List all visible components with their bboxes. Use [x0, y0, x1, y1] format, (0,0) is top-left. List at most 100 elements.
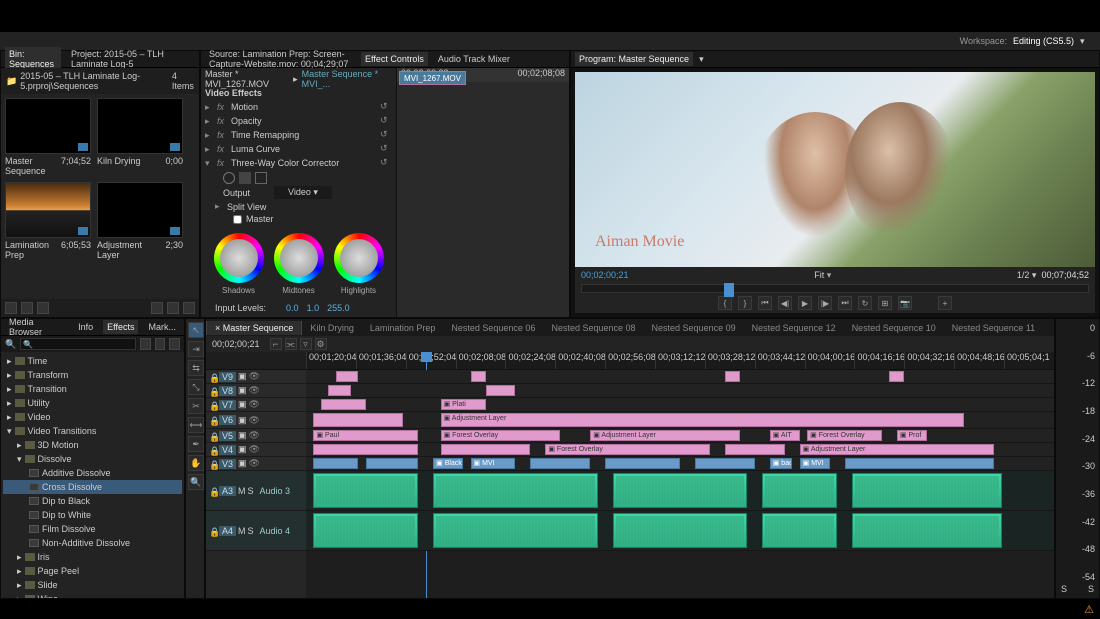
new-bin-icon[interactable]	[151, 302, 163, 314]
lock-icon[interactable]: 🔒	[209, 460, 217, 468]
timeline-clip[interactable]: ▣ Forest Overlay	[807, 430, 882, 441]
bin-item[interactable]: Kiln Drying0;00	[97, 98, 183, 176]
tree-item[interactable]: Cross Dissolve	[3, 480, 182, 494]
twirl-icon[interactable]: ▸	[17, 552, 22, 563]
effects-search-input[interactable]	[20, 338, 136, 350]
audio-clip[interactable]	[852, 513, 1002, 548]
tree-item[interactable]: Film Dissolve	[3, 522, 182, 536]
timeline-clip[interactable]: ▣ Prof	[897, 430, 927, 441]
timeline-clip[interactable]: ▣ MVI	[800, 458, 830, 469]
eye-icon[interactable]: 👁	[249, 430, 259, 441]
video-track[interactable]: ▣ Paul▣ Forest Overlay▣ Adjustment Layer…	[306, 429, 1054, 443]
video-track-header[interactable]: 🔒 V7 ▣ 👁	[206, 398, 306, 412]
freeform-view-icon[interactable]	[37, 302, 49, 314]
zoom-fit-dropdown[interactable]: Fit	[814, 270, 824, 280]
tree-item[interactable]: ▸ Utility	[3, 396, 182, 410]
reset-icon[interactable]: ↺	[380, 101, 392, 113]
tree-item[interactable]: ▸ 3D Motion	[3, 438, 182, 452]
timeline-clip[interactable]	[605, 458, 680, 469]
track-name[interactable]: A3	[219, 486, 236, 496]
ripple-edit-tool[interactable]: ⇆	[188, 360, 204, 376]
trash-icon[interactable]	[183, 302, 195, 314]
audio-clip[interactable]	[613, 473, 748, 508]
tonal-range-icon[interactable]	[223, 172, 235, 184]
track-name[interactable]: V8	[219, 386, 236, 396]
sequence-tab[interactable]: Nested Sequence 06	[443, 321, 543, 335]
loop-button[interactable]: ↻	[858, 296, 872, 310]
selection-tool[interactable]: ↖	[188, 322, 204, 338]
eye-icon[interactable]: 👁	[249, 385, 259, 396]
audio-clip[interactable]	[433, 513, 598, 548]
twirl-icon[interactable]: ▸	[7, 412, 12, 423]
twirl-icon[interactable]: ▸	[215, 201, 223, 212]
bin-thumbnail[interactable]	[97, 98, 183, 154]
color-wheel-midtones[interactable]: Midtones	[274, 233, 324, 295]
list-view-icon[interactable]	[5, 302, 17, 314]
track-name[interactable]: V5	[219, 431, 236, 441]
sequence-tab[interactable]: Nested Sequence 11	[944, 321, 1043, 335]
program-tc-current[interactable]: 00;02;00;21	[581, 270, 629, 281]
tree-item[interactable]: Additive Dissolve	[3, 466, 182, 480]
fx-badge-icon[interactable]: fx	[217, 144, 227, 154]
timeline-clip[interactable]	[366, 458, 418, 469]
video-track[interactable]: ▣ Plati	[306, 398, 1054, 412]
timeline-clip[interactable]	[313, 413, 403, 427]
split-view-label[interactable]: Split View	[227, 202, 266, 212]
tree-item[interactable]: ▸ Slide	[3, 578, 182, 592]
audio-clip[interactable]	[313, 513, 418, 548]
audio-track[interactable]	[306, 511, 1054, 551]
toggle-output-icon[interactable]: ▣	[238, 399, 247, 410]
timeline-clip[interactable]	[845, 458, 995, 469]
tree-item[interactable]: ▸ Time	[3, 354, 182, 368]
bin-thumbnail[interactable]	[97, 182, 183, 238]
sequence-tab[interactable]: Nested Sequence 08	[543, 321, 643, 335]
program-monitor[interactable]: Aiman Movie	[575, 72, 1095, 267]
timeline-clip[interactable]: ▣ back	[770, 458, 792, 469]
settings-button[interactable]: ⚙	[315, 338, 327, 350]
sequence-tab[interactable]: Lamination Prep	[362, 321, 444, 335]
solo-button[interactable]: S	[248, 486, 254, 496]
workspace-dropdown-icon[interactable]: ▾	[1080, 36, 1090, 46]
timeline-clip[interactable]	[695, 458, 755, 469]
video-track-header[interactable]: 🔒 V3 ▣ 👁	[206, 457, 306, 471]
ec-clip-bar[interactable]: MVI_1267.MOV	[399, 71, 466, 85]
timeline-clip[interactable]	[725, 371, 740, 382]
timeline-clip[interactable]: ▣ Adjustment Layer	[590, 430, 740, 441]
timeline-clip[interactable]: ▣ Plati	[441, 399, 486, 410]
tree-item[interactable]: ▸ Page Peel	[3, 564, 182, 578]
sequence-tab[interactable]: × Master Sequence	[206, 321, 302, 335]
effect-name[interactable]: Opacity	[231, 116, 262, 126]
toggle-output-icon[interactable]: ▣	[238, 415, 247, 426]
twirl-icon[interactable]: ▸	[7, 384, 12, 395]
mark-in-button[interactable]: {	[718, 296, 732, 310]
effect-name[interactable]: Motion	[231, 102, 258, 112]
video-track-header[interactable]: 🔒 V6 ▣ 👁	[206, 412, 306, 429]
twirl-icon[interactable]: ▸	[205, 130, 213, 141]
video-track[interactable]: ▣ Adjustment Layer	[306, 412, 1054, 429]
effect-name[interactable]: Time Remapping	[231, 130, 299, 140]
twirl-icon[interactable]: ▾	[17, 454, 22, 465]
tree-item[interactable]: ▸ Transform	[3, 368, 182, 382]
audio-track-header[interactable]: 🔒 A3 M S Audio 3	[206, 471, 306, 511]
audio-clip[interactable]	[313, 473, 418, 508]
tree-item[interactable]: ▸ Wipe	[3, 592, 182, 598]
lock-icon[interactable]: 🔒	[209, 401, 217, 409]
master-checkbox[interactable]	[233, 215, 242, 224]
eye-icon[interactable]: 👁	[249, 371, 259, 382]
solo-left[interactable]: S	[1061, 584, 1067, 594]
timeline-clip[interactable]: ▣ Adjustment Layer	[441, 413, 965, 427]
twirl-icon[interactable]: ▸	[7, 398, 12, 409]
reset-icon[interactable]: ↺	[380, 157, 392, 169]
video-track[interactable]	[306, 384, 1054, 398]
twirl-icon[interactable]: ▸	[205, 102, 213, 113]
sequence-tab[interactable]: Nested Sequence 12	[744, 321, 844, 335]
input-level-gamma[interactable]: 1.0	[307, 303, 320, 313]
track-name[interactable]: V3	[219, 459, 236, 469]
bin-thumbnail[interactable]	[5, 182, 91, 238]
video-track-header[interactable]: 🔒 V9 ▣ 👁	[206, 370, 306, 384]
bin-item[interactable]: Adjustment Layer2;30	[97, 182, 183, 260]
timeline-clip[interactable]: ▣ Adjustment Layer	[800, 444, 994, 455]
bin-item[interactable]: Lamination Prep6;05;53	[5, 182, 91, 260]
video-track-header[interactable]: 🔒 V5 ▣ 👁	[206, 429, 306, 443]
timeline-clip[interactable]	[313, 444, 418, 455]
